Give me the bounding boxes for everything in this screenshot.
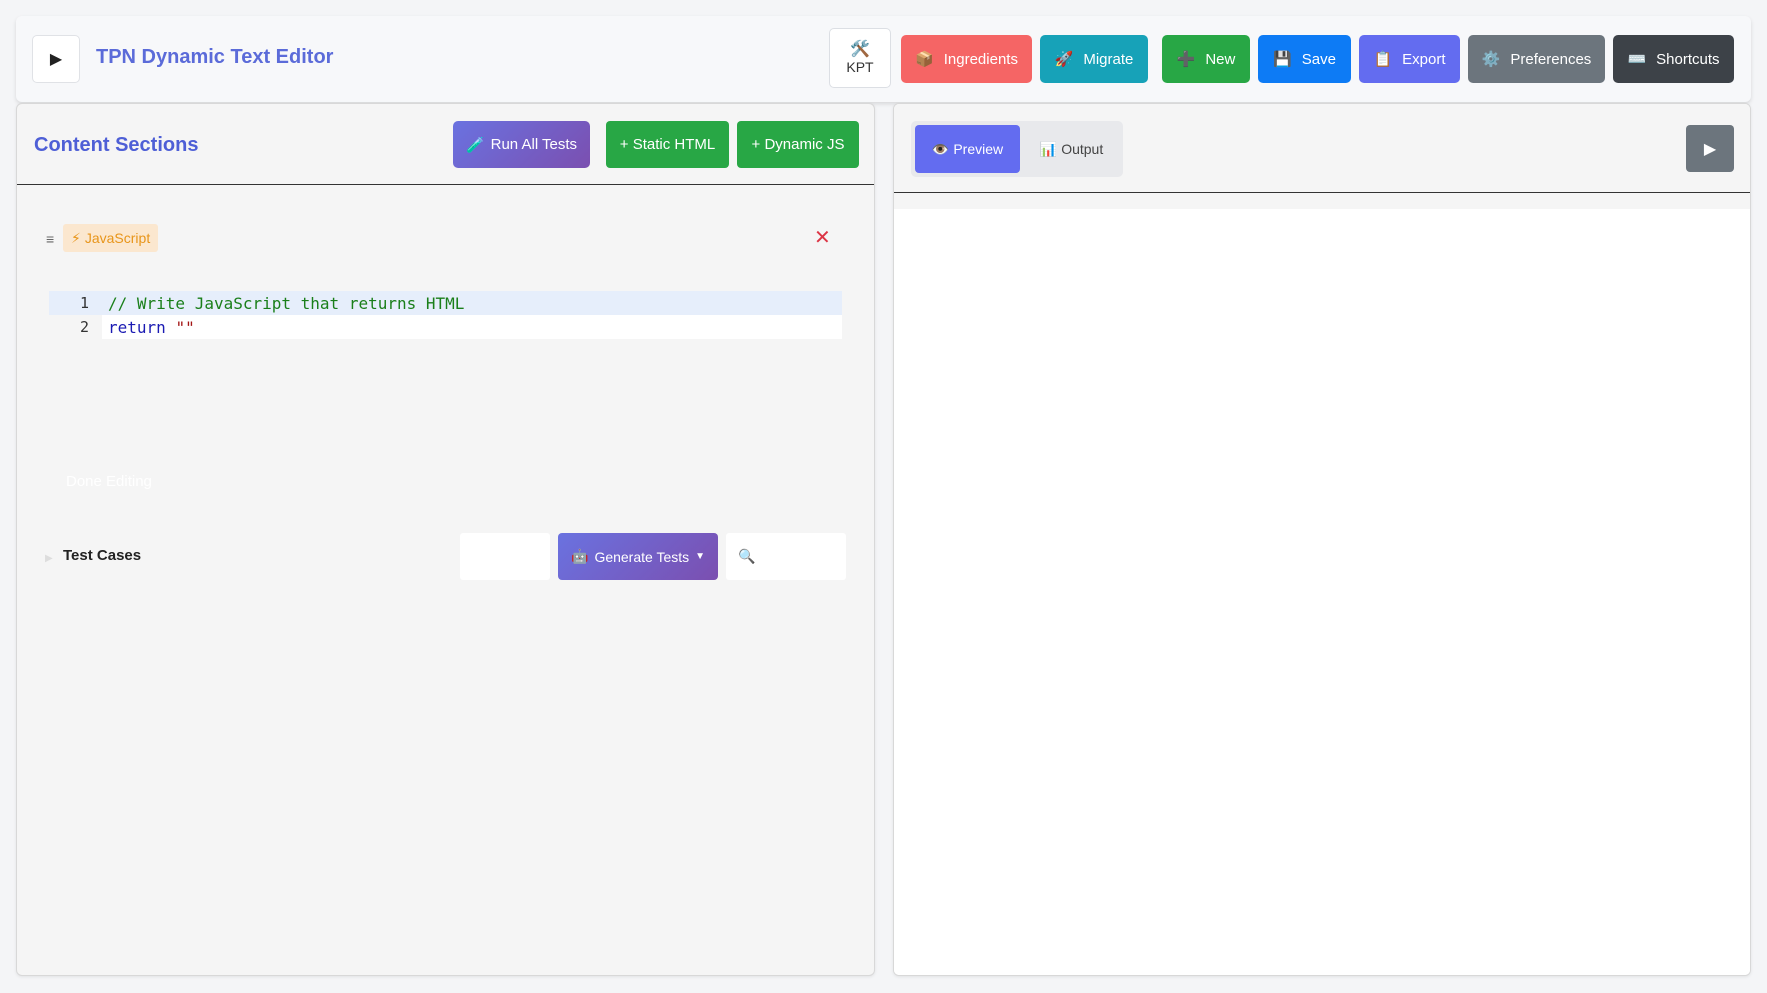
play-icon: ▶ bbox=[1703, 140, 1717, 158]
test-search-input[interactable]: 🔍 bbox=[726, 533, 846, 580]
tab-output[interactable]: 📊 Output bbox=[1024, 125, 1119, 173]
preview-panel-header: 👁️ Preview 📊 Output ▶ bbox=[894, 104, 1750, 193]
content-sections-header: Content Sections 🧪 Run All Tests + Stati… bbox=[17, 104, 874, 185]
generate-tests-label: Generate Tests bbox=[594, 548, 690, 565]
export-button[interactable]: 📋 Export bbox=[1359, 35, 1460, 83]
add-static-html-button[interactable]: + Static HTML bbox=[606, 121, 729, 168]
code-editor[interactable]: 1 // Write JavaScript that returns HTML … bbox=[49, 291, 842, 348]
add-dynamic-js-button[interactable]: + Dynamic JS bbox=[737, 121, 859, 168]
save-button[interactable]: 💾 Save bbox=[1258, 35, 1351, 83]
run-all-tests-button[interactable]: 🧪 Run All Tests bbox=[453, 121, 590, 168]
app-title: TPN Dynamic Text Editor bbox=[96, 46, 334, 68]
code-comment: // Write JavaScript that returns HTML bbox=[108, 293, 465, 313]
app-header: ▶ TPN Dynamic Text Editor 🛠️ KPT 📦 Ingre… bbox=[16, 16, 1751, 102]
preview-content-area bbox=[894, 209, 1750, 975]
keyboard-icon: ⌨️ bbox=[1627, 51, 1647, 68]
shortcuts-button[interactable]: ⌨️ Shortcuts bbox=[1613, 35, 1734, 83]
code-line[interactable]: 1 // Write JavaScript that returns HTML bbox=[49, 291, 842, 315]
code-keyword: return bbox=[108, 317, 166, 337]
code-line-content[interactable]: // Write JavaScript that returns HTML bbox=[102, 291, 842, 315]
tab-preview[interactable]: 👁️ Preview bbox=[915, 125, 1020, 173]
expand-arrow-icon[interactable]: ▶ bbox=[45, 553, 53, 564]
plus-icon: ➕ bbox=[1176, 51, 1196, 68]
content-sections-panel: Content Sections 🧪 Run All Tests + Stati… bbox=[16, 103, 875, 976]
code-string: "" bbox=[175, 317, 195, 337]
content-sections-title: Content Sections bbox=[34, 134, 199, 156]
section-type-badge: ⚡ JavaScript bbox=[63, 224, 159, 252]
test-cases-title[interactable]: Test Cases bbox=[63, 547, 141, 564]
test-tube-icon: 🧪 bbox=[465, 136, 485, 154]
done-editing-button[interactable]: Done Editing bbox=[66, 473, 152, 490]
new-button[interactable]: ➕ New bbox=[1162, 35, 1250, 83]
new-label: New bbox=[1205, 50, 1236, 68]
chevron-down-icon[interactable]: ▼ bbox=[695, 551, 705, 562]
drag-handle-icon[interactable]: ≡ bbox=[46, 231, 54, 247]
sidebar-toggle-button[interactable]: ▶ bbox=[32, 35, 80, 83]
test-cases-filter-field[interactable] bbox=[460, 533, 550, 580]
line-number: 1 bbox=[79, 294, 89, 312]
delete-section-icon[interactable]: ✕ bbox=[814, 225, 831, 250]
lightning-icon: ⚡ bbox=[71, 229, 81, 246]
preferences-button[interactable]: ⚙️ Preferences bbox=[1468, 35, 1605, 83]
tab-output-label: Output bbox=[1061, 141, 1104, 157]
ingredients-button[interactable]: 📦 Ingredients bbox=[901, 35, 1032, 83]
eye-icon: 👁️ bbox=[931, 140, 950, 157]
tab-preview-label: Preview bbox=[953, 141, 1004, 157]
floppy-disk-icon: 💾 bbox=[1273, 51, 1292, 68]
robot-icon: 🤖 bbox=[571, 548, 589, 564]
preview-tab-group: 👁️ Preview 📊 Output bbox=[911, 121, 1123, 177]
section-type-label: JavaScript bbox=[84, 230, 151, 246]
export-label: Export bbox=[1402, 50, 1446, 68]
kpt-label: KPT bbox=[846, 59, 874, 75]
save-label: Save bbox=[1301, 50, 1336, 68]
migrate-button[interactable]: 🚀 Migrate bbox=[1040, 35, 1148, 83]
migrate-label: Migrate bbox=[1083, 50, 1134, 68]
run-all-tests-label: Run All Tests bbox=[490, 136, 578, 153]
package-icon: 📦 bbox=[915, 51, 934, 68]
tools-icon: 🛠️ bbox=[850, 41, 870, 58]
run-preview-button[interactable]: ▶ bbox=[1686, 125, 1734, 172]
rocket-icon: 🚀 bbox=[1054, 51, 1074, 68]
code-line-content[interactable]: return "" bbox=[102, 315, 842, 339]
preview-toolbar-strip bbox=[894, 193, 1750, 209]
play-icon: ▶ bbox=[49, 51, 63, 68]
ingredients-label: Ingredients bbox=[943, 50, 1018, 68]
code-line[interactable]: 2 return "" bbox=[49, 315, 842, 339]
preview-panel: 👁️ Preview 📊 Output ▶ bbox=[893, 103, 1751, 976]
gear-icon: ⚙️ bbox=[1481, 51, 1501, 68]
line-number: 2 bbox=[79, 318, 89, 336]
chart-icon: 📊 bbox=[1039, 140, 1058, 157]
shortcuts-label: Shortcuts bbox=[1656, 50, 1720, 68]
generate-tests-button[interactable]: 🤖 Generate Tests ▼ bbox=[558, 533, 718, 580]
preferences-label: Preferences bbox=[1510, 50, 1592, 68]
search-icon: 🔍 bbox=[738, 548, 756, 564]
clipboard-icon: 📋 bbox=[1373, 51, 1393, 68]
kpt-button[interactable]: 🛠️ KPT bbox=[829, 28, 891, 88]
